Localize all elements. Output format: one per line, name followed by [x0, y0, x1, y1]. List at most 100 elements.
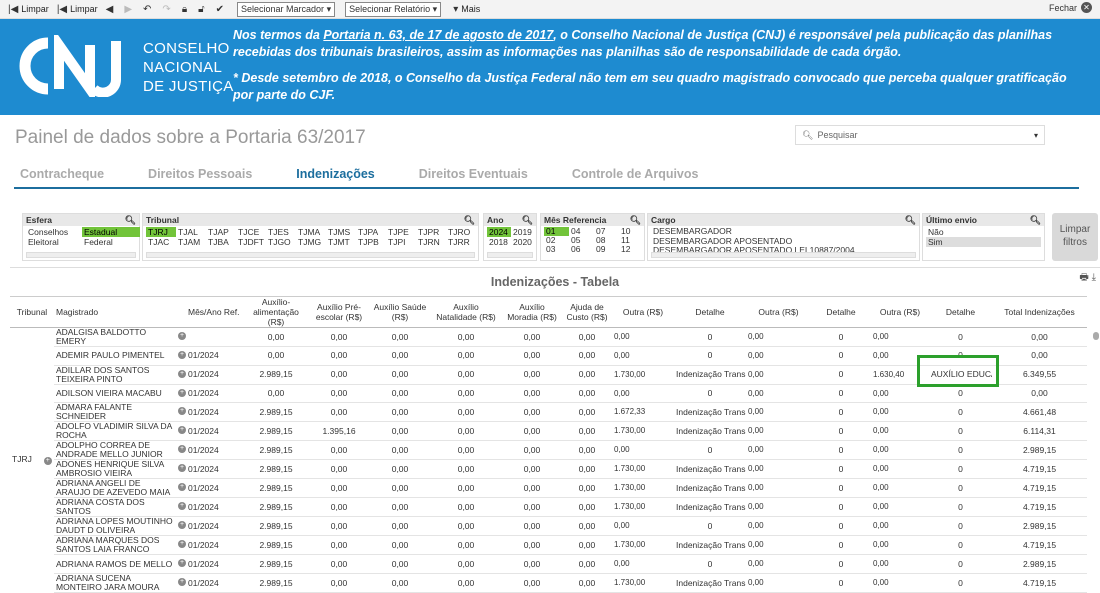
list-item[interactable]: TJMA — [296, 227, 326, 237]
scrollbar[interactable] — [26, 252, 136, 258]
magistrado-cell[interactable]: ADONES HENRIQUE SILVA AMBROSIO VIEIRA + — [54, 459, 186, 480]
list-item[interactable]: Federal — [82, 237, 140, 247]
expand-icon[interactable]: + — [178, 483, 186, 492]
marcador-select[interactable]: Selecionar Marcador ▾ — [237, 1, 336, 17]
undo-button[interactable]: ↶ — [143, 4, 154, 15]
search-icon[interactable]: 🔍︎ — [522, 214, 533, 226]
column-header[interactable]: Tribunal — [10, 296, 54, 328]
table-row[interactable]: ADOLFO VLADIMIR SILVA DA ROCHA +01/2024 2.… — [10, 421, 1087, 442]
list-item[interactable]: TJMT — [326, 237, 356, 247]
step-forward-button[interactable]: ▶ — [124, 4, 135, 15]
filter-ultimo-envio[interactable]: Último envio 🔍︎ Não Sim — [922, 213, 1045, 261]
list-item[interactable]: TJBA — [206, 237, 236, 247]
expand-icon[interactable]: + — [178, 388, 186, 397]
search-icon[interactable]: 🔍︎ — [125, 214, 136, 226]
table-row[interactable]: ADRIANA MARQUES DOS SANTOS LAIA FRANCO +0… — [10, 535, 1087, 556]
list-item[interactable]: TJPR — [416, 227, 446, 237]
list-item[interactable]: TJDFT — [236, 237, 266, 247]
list-item[interactable]: 2019 — [511, 227, 535, 237]
list-item[interactable]: 2024 — [487, 227, 511, 237]
list-item[interactable]: 06 — [569, 245, 594, 254]
search-box[interactable]: 🔍︎ Pesquisar ▾ — [795, 125, 1045, 145]
table-row[interactable]: ADRIANA LOPES MOUTINHO DAUDT D OLIVEIRA +… — [10, 516, 1087, 537]
expand-icon[interactable]: + — [178, 445, 186, 454]
magistrado-cell[interactable]: ADOLPHO CORREA DE ANDRADE MELLO JUNIOR + — [54, 440, 186, 461]
table-row[interactable]: ADOLPHO CORREA DE ANDRADE MELLO JUNIOR +0… — [10, 440, 1087, 461]
table-row[interactable]: TJRJ + ADALGISA BALDOTTO EMERY +0,00 0,00 0,0… — [10, 327, 1087, 466]
table-row[interactable]: ADRIANA RAMOS DE MELLO +01/2024 2.989,15 0,… — [10, 554, 1087, 575]
portaria-link[interactable]: Portaria n. 63, de 17 de agosto de 2017 — [323, 28, 553, 42]
filter-mes[interactable]: Mês Referencia 🔍︎ 01 04 07 10 02 05 08 11… — [540, 213, 645, 261]
column-header[interactable]: Detalhe — [674, 296, 746, 328]
list-item[interactable]: TJMG — [296, 237, 326, 247]
column-header[interactable]: Mês/Ano Ref. — [186, 296, 244, 328]
tab-direitos-pessoais[interactable]: Direitos Pessoais — [148, 163, 252, 187]
lock-button[interactable]: 🔒︎ — [182, 4, 190, 15]
table-row[interactable]: ADRIANA SUCENA MONTEIRO JARA MOURA +01/20… — [10, 573, 1087, 593]
column-header[interactable]: Magistrado — [54, 296, 186, 328]
column-header[interactable]: Auxílio Natalidade (R$) — [430, 296, 502, 328]
list-item[interactable]: TJPA — [356, 227, 386, 237]
table-row[interactable]: ADRIANA COSTA DOS SANTOS +01/2024 2.989,15… — [10, 497, 1087, 518]
list-item[interactable]: Sim — [926, 237, 1041, 247]
column-header[interactable]: Ajuda de Custo (R$) — [562, 296, 612, 328]
magistrado-cell[interactable]: ADRIANA ANGELI DE ARAUJO DE AZEVEDO MAIA… — [54, 478, 186, 499]
column-header[interactable]: Outra (R$) — [612, 296, 674, 328]
expand-icon[interactable]: + — [178, 426, 186, 435]
clear-back-button-2[interactable]: |◀ Limpar — [57, 4, 98, 15]
column-header[interactable]: Auxílio Pré-escolar (R$) — [308, 296, 370, 328]
search-icon[interactable]: 🔍︎ — [905, 214, 916, 226]
check-button[interactable]: ✔ — [216, 4, 227, 15]
magistrado-cell[interactable]: ADRIANA LOPES MOUTINHO DAUDT D OLIVEIRA + — [54, 516, 186, 537]
list-item[interactable]: TJPI — [386, 237, 416, 247]
tab-controle-arquivos[interactable]: Controle de Arquivos — [572, 163, 699, 187]
list-item[interactable]: 09 — [594, 245, 619, 254]
list-item[interactable]: TJAP — [206, 227, 236, 237]
export-icon[interactable]: 🖶 ⤓ — [1079, 270, 1096, 287]
list-item[interactable]: TJCE — [236, 227, 266, 237]
magistrado-cell[interactable]: ADRIANA COSTA DOS SANTOS + — [54, 497, 186, 518]
expand-icon[interactable]: + — [178, 521, 186, 530]
column-header[interactable]: Detalhe — [929, 296, 992, 328]
step-back-button[interactable]: ◀ — [106, 4, 117, 15]
search-icon[interactable]: 🔍︎ — [1030, 214, 1041, 226]
clear-back-button[interactable]: |◀ Limpar — [8, 4, 49, 15]
tribunal-cell[interactable]: TJRJ + — [10, 328, 54, 593]
list-item[interactable]: TJPE — [386, 227, 416, 237]
redo-button[interactable]: ↷ — [162, 4, 173, 15]
close-button[interactable]: Fechar ✕ — [1049, 2, 1092, 13]
scrollbar[interactable] — [487, 252, 533, 258]
filter-esfera[interactable]: Esfera 🔍︎ Conselhos Estadual Eleitoral Fe… — [22, 213, 140, 261]
list-item[interactable]: 2018 — [487, 237, 511, 247]
list-item[interactable]: TJRN — [416, 237, 446, 247]
vertical-scrollbar[interactable] — [1092, 328, 1100, 578]
relatorio-select[interactable]: Selecionar Relatório ▾ — [345, 1, 442, 17]
magistrado-cell[interactable]: ADEMIR PAULO PIMENTEL + — [54, 346, 186, 366]
list-item[interactable]: Eleitoral — [26, 237, 82, 247]
list-item[interactable]: TJMS — [326, 227, 356, 237]
list-item[interactable]: TJPB — [356, 237, 386, 247]
magistrado-cell[interactable]: ADRIANA SUCENA MONTEIRO JARA MOURA + — [54, 573, 186, 593]
table-row[interactable]: ADONES HENRIQUE SILVA AMBROSIO VIEIRA +01… — [10, 459, 1087, 480]
more-button[interactable]: ▾ Mais — [453, 4, 480, 15]
column-header[interactable]: Auxílio Saúde (R$) — [370, 296, 430, 328]
list-item[interactable]: 2020 — [511, 237, 535, 247]
column-header[interactable]: Total Indenizações — [992, 296, 1087, 328]
expand-icon[interactable]: + — [178, 578, 186, 587]
expand-icon[interactable]: + — [43, 457, 52, 466]
list-item[interactable]: TJAL — [176, 227, 206, 237]
tab-contracheque[interactable]: Contracheque — [20, 163, 104, 187]
expand-icon[interactable]: + — [178, 464, 186, 473]
column-header[interactable]: Detalhe — [811, 296, 871, 328]
list-item[interactable]: 12 — [619, 245, 644, 254]
table-row[interactable]: ADRIANA ANGELI DE ARAUJO DE AZEVEDO MAIA… — [10, 478, 1087, 499]
expand-icon[interactable]: + — [178, 540, 186, 549]
list-item[interactable]: TJAM — [176, 237, 206, 247]
scrollbar[interactable] — [146, 252, 475, 258]
filter-tribunal[interactable]: Tribunal 🔍︎ TJRJ TJAL TJAP TJCE TJES TJMA… — [142, 213, 479, 261]
magistrado-cell[interactable]: ADALGISA BALDOTTO EMERY + — [54, 327, 186, 347]
search-icon[interactable]: 🔍︎ — [630, 214, 641, 226]
filter-ano[interactable]: Ano 🔍︎ 2024 2019 2018 2020 — [483, 213, 537, 261]
tab-indenizacoes[interactable]: Indenizações — [296, 163, 375, 187]
list-item[interactable]: 03 — [544, 245, 569, 254]
